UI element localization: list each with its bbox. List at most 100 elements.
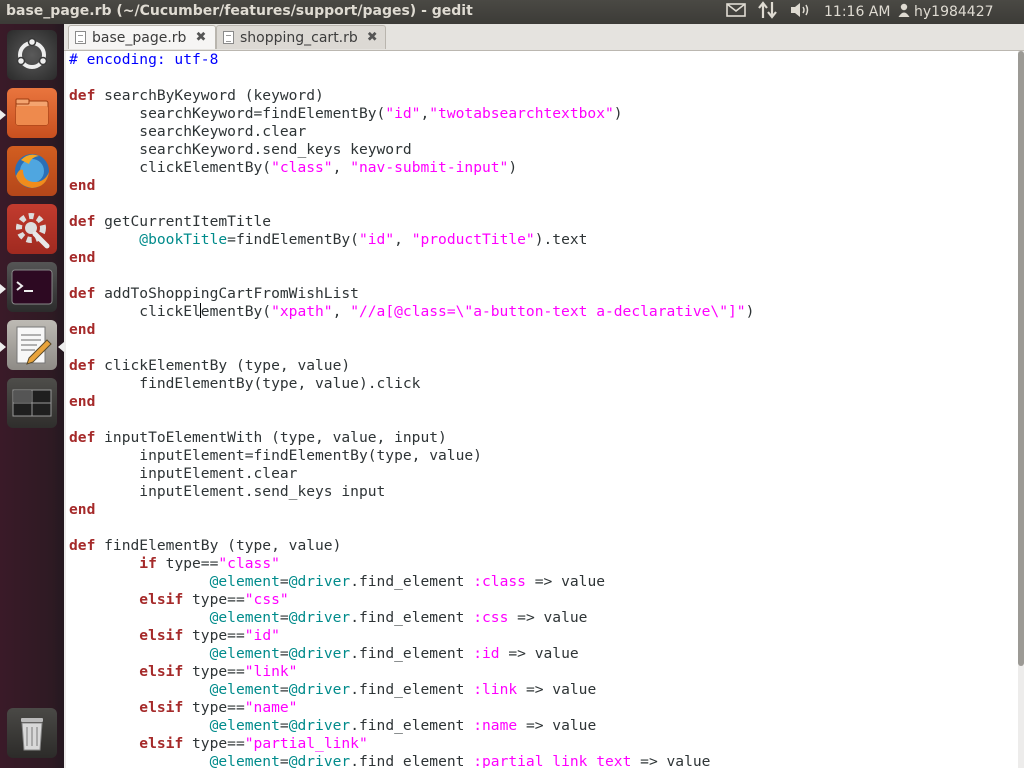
code-token-sym: :class xyxy=(473,573,526,590)
code-token-kw: elsif xyxy=(139,735,184,752)
code-line: elsif type=="link" xyxy=(69,663,754,681)
code-token: , xyxy=(420,105,430,122)
window-title: base_page.rb (~/Cucumber/features/suppor… xyxy=(6,3,473,19)
launcher-settings-button[interactable] xyxy=(7,204,57,254)
code-token-kw: end xyxy=(69,177,96,194)
code-line: if type=="class" xyxy=(69,555,754,573)
code-token-kw: def xyxy=(69,537,96,554)
code-line: @bookTitle=findElementBy("id", "productT… xyxy=(69,231,754,249)
code-token: => value xyxy=(517,717,597,734)
code-line: @element=@driver.find_element :name => v… xyxy=(69,717,754,735)
close-icon[interactable]: ✖ xyxy=(367,30,378,45)
launcher-workspaces-button[interactable] xyxy=(7,378,57,428)
code-token: type== xyxy=(183,627,245,644)
running-indicator xyxy=(0,110,6,120)
code-token: clickElementBy( xyxy=(69,159,272,176)
code-token: type== xyxy=(156,555,219,572)
person-icon xyxy=(898,3,910,21)
code-token: =findElementBy( xyxy=(227,231,359,248)
code-token-ivar: @driver xyxy=(288,681,351,698)
code-token: findElementBy(type, value).click xyxy=(69,375,421,392)
tab-shopping-cart[interactable]: shopping_cart.rb ✖ xyxy=(216,25,386,49)
tab-bar: base_page.rb ✖ shopping_cart.rb ✖ xyxy=(64,24,1024,51)
code-line: clickElementBy("xpath", "//a[@class=\"a-… xyxy=(69,303,754,321)
code-token-kw: end xyxy=(69,501,96,518)
code-line: end xyxy=(69,393,754,411)
code-line: findElementBy(type, value).click xyxy=(69,375,754,393)
user-name: hy1984427 xyxy=(914,4,994,20)
tab-base-page[interactable]: base_page.rb ✖ xyxy=(68,25,216,49)
top-panel: base_page.rb (~/Cucumber/features/suppor… xyxy=(0,0,1024,24)
launcher-firefox-button[interactable] xyxy=(7,146,57,196)
code-token-ivar: @element xyxy=(209,753,280,768)
code-token-kw: end xyxy=(69,393,96,410)
code-line: end xyxy=(69,321,754,339)
vertical-scrollbar[interactable] xyxy=(1018,51,1024,666)
code-token-kw: def xyxy=(69,213,96,230)
code-token: => value xyxy=(508,609,588,626)
code-token-kw: if xyxy=(139,555,157,572)
code-token: inputElement=findElementBy(type, value) xyxy=(69,447,482,464)
launcher-trash-button[interactable] xyxy=(7,708,57,758)
code-token-str: "css" xyxy=(244,591,289,608)
code-token: type== xyxy=(183,663,245,680)
speaker-icon xyxy=(790,2,812,22)
close-icon[interactable]: ✖ xyxy=(195,30,206,45)
code-token-ivar: @driver xyxy=(288,717,351,734)
code-line: @element=@driver.find_element :id => val… xyxy=(69,645,754,663)
code-line: elsif type=="id" xyxy=(69,627,754,645)
code-line: clickElementBy("class", "nav-submit-inpu… xyxy=(69,159,754,177)
code-line: end xyxy=(69,501,754,519)
code-token-kw: elsif xyxy=(139,591,184,608)
code-token-str: "//a[@class=\"a-button-text a-declarativ… xyxy=(350,303,746,320)
network-indicator[interactable] xyxy=(758,1,778,22)
code-token: searchKeyword.send_keys keyword xyxy=(69,141,412,158)
launcher-terminal-button[interactable] xyxy=(7,262,57,312)
code-line: @element=@driver.find_element :css => va… xyxy=(69,609,754,627)
volume-indicator[interactable] xyxy=(790,2,812,22)
code-line: inputElement=findElementBy(type, value) xyxy=(69,447,754,465)
tab-label: base_page.rb xyxy=(92,29,187,46)
code-token-str: "id" xyxy=(385,105,421,122)
code-line: @element=@driver.find_element :link => v… xyxy=(69,681,754,699)
code-token-str: "name" xyxy=(244,699,298,716)
launcher-files-button[interactable] xyxy=(7,88,57,138)
code-token: = xyxy=(279,717,289,734)
code-token: => value xyxy=(525,573,606,590)
clock-time: 11:16 AM xyxy=(824,4,891,20)
code-token: = xyxy=(279,681,289,698)
code-token: = xyxy=(279,753,289,768)
envelope-icon xyxy=(726,3,746,21)
code-line: searchKeyword.send_keys keyword xyxy=(69,141,754,159)
code-token-kw: end xyxy=(69,249,96,266)
user-menu[interactable]: hy1984427 xyxy=(898,2,994,22)
firefox-icon xyxy=(7,154,57,200)
mail-indicator[interactable] xyxy=(726,2,746,22)
code-line: def searchByKeyword (keyword) xyxy=(69,87,754,105)
code-token: ementBy( xyxy=(200,303,272,320)
launcher-text-editor-button[interactable] xyxy=(7,320,57,370)
code-token-str: "link" xyxy=(244,663,298,680)
code-token: .find_element xyxy=(350,717,474,734)
code-token-kw: def xyxy=(69,87,96,104)
code-token-sym: :name xyxy=(473,717,518,734)
code-token: .find_element xyxy=(350,681,474,698)
code-token: type== xyxy=(183,699,245,716)
code-line: @element=@driver.find_element :partial_l… xyxy=(69,753,754,768)
code-token: , xyxy=(394,231,412,248)
code-token: findElementBy (type, value) xyxy=(95,537,342,554)
launcher-dash-button[interactable] xyxy=(7,30,57,80)
code-line: def addToShoppingCartFromWishList xyxy=(69,285,754,303)
code-line: end xyxy=(69,177,754,195)
code-editor[interactable]: # encoding: utf-8 def searchByKeyword (k… xyxy=(66,51,1018,768)
clock[interactable]: 11:16 AM xyxy=(824,2,890,22)
